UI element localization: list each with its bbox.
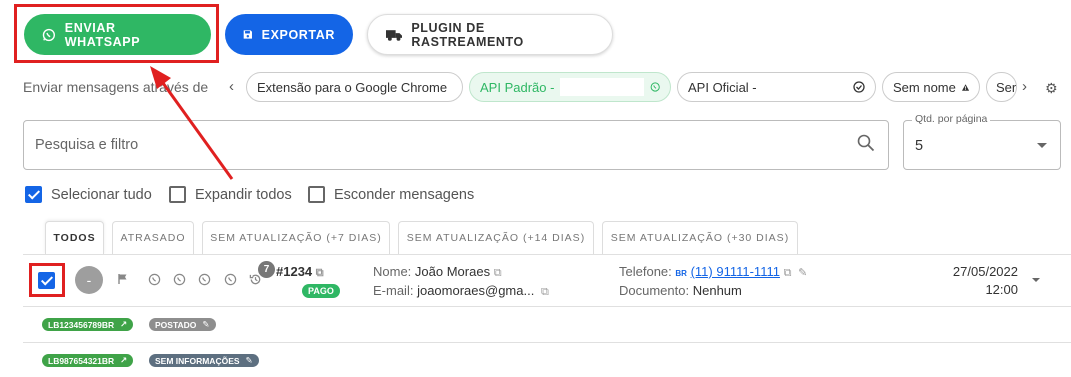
search-icon[interactable] bbox=[857, 134, 875, 152]
tracking-code: LB987654321BR bbox=[48, 355, 115, 366]
copy-icon[interactable]: ⧉ bbox=[316, 267, 324, 279]
order-checkbox[interactable] bbox=[38, 272, 55, 289]
edit-icon[interactable]: ✎ bbox=[795, 267, 807, 279]
whatsapp-icon[interactable] bbox=[148, 273, 161, 286]
tracking-row: LB987654321BR ↗ SEM INFORMAÇÕES ✎ bbox=[23, 343, 1071, 377]
customer-document-field: Documento: Nenhum bbox=[619, 283, 742, 298]
tracking-code-tag[interactable]: LB123456789BR ↗ bbox=[42, 318, 134, 331]
truck-icon bbox=[386, 29, 403, 41]
tracking-code: LB123456789BR bbox=[48, 319, 115, 330]
avatar[interactable]: - bbox=[75, 266, 103, 294]
document-label: Documento: bbox=[619, 283, 690, 298]
chevron-down-icon[interactable] bbox=[1032, 278, 1040, 282]
name-label: Nome: bbox=[373, 264, 412, 279]
expand-all-checkbox[interactable]: Expandir todos bbox=[169, 186, 292, 203]
order-datetime: 27/05/2022 12:00 bbox=[953, 263, 1018, 299]
search-input[interactable] bbox=[35, 137, 835, 153]
send-via-label: Enviar mensagens através de bbox=[23, 79, 209, 95]
chip-label: Ser bbox=[996, 79, 1017, 95]
tab-no-update-14[interactable]: SEM ATUALIZAÇÃO (+14 DIAS) bbox=[398, 221, 594, 254]
save-icon bbox=[243, 30, 252, 39]
tracking-status-tag[interactable]: SEM INFORMAÇÕES ✎ bbox=[149, 354, 259, 367]
flag-icon[interactable] bbox=[117, 273, 129, 285]
tracking-row: LB123456789BR ↗ POSTADO ✎ bbox=[23, 307, 1071, 343]
message-count-badge: 7 bbox=[258, 261, 275, 278]
tracking-plugin-button[interactable]: PLUGIN DE RASTREAMENTO bbox=[367, 14, 613, 55]
tab-no-update-30[interactable]: SEM ATUALIZAÇÃO (+30 DIAS) bbox=[602, 221, 798, 254]
order-date: 27/05/2022 bbox=[952, 264, 1018, 279]
customer-name: João Moraes bbox=[414, 264, 491, 279]
chip-label: API Padrão - bbox=[480, 79, 555, 95]
chip-label: API Oficial - bbox=[688, 79, 757, 95]
select-all-label: Selecionar tudo bbox=[51, 186, 152, 203]
customer-document: Nenhum bbox=[692, 283, 742, 298]
email-label: E-mail: bbox=[373, 283, 414, 298]
customer-name-field: Nome: João Moraes ⧉ bbox=[373, 264, 502, 280]
checkbox-checked-icon[interactable] bbox=[25, 186, 42, 203]
copy-icon[interactable]: ⧉ bbox=[494, 267, 502, 279]
search-field[interactable] bbox=[23, 120, 889, 170]
tab-all[interactable]: TODOS bbox=[45, 221, 104, 254]
copy-icon[interactable]: ⧉ bbox=[538, 286, 549, 298]
phone-label: Telefone: bbox=[619, 264, 672, 279]
customer-phone-field: Telefone: BR (11) 91111-1111 ⧉ ✎ bbox=[619, 264, 807, 280]
checkbox-icon[interactable] bbox=[308, 186, 325, 203]
external-link-icon: ↗ bbox=[120, 319, 128, 329]
chip-api-default[interactable]: API Padrão - bbox=[469, 72, 671, 102]
customer-email: joaomoraes@gma... bbox=[417, 283, 535, 298]
dropdown-arrow-icon bbox=[1037, 143, 1047, 148]
status-badge: PAGO bbox=[302, 284, 340, 298]
chip-chrome-extension[interactable]: Extensão para o Google Chrome bbox=[246, 72, 463, 102]
chevron-right-icon[interactable]: › bbox=[1022, 78, 1027, 95]
expand-all-label: Expandir todos bbox=[195, 186, 292, 203]
tracking-status: POSTADO bbox=[155, 319, 197, 330]
export-label: EXPORTAR bbox=[261, 27, 335, 42]
gear-icon[interactable]: ⚙ bbox=[1045, 80, 1058, 97]
hide-messages-label: Esconder mensagens bbox=[334, 186, 475, 203]
whatsapp-icon[interactable] bbox=[224, 273, 237, 286]
warning-icon bbox=[961, 83, 969, 91]
redacted-value bbox=[560, 78, 644, 96]
whatsapp-icon[interactable] bbox=[198, 273, 211, 286]
country-code: BR bbox=[675, 269, 687, 278]
chevron-left-icon[interactable]: ‹ bbox=[229, 78, 234, 95]
per-page-value: 5 bbox=[915, 138, 924, 154]
tab-late[interactable]: ATRASADO bbox=[112, 221, 194, 254]
export-button[interactable]: EXPORTAR bbox=[225, 14, 353, 55]
tab-no-update-7[interactable]: SEM ATUALIZAÇÃO (+7 DIAS) bbox=[202, 221, 390, 254]
chip-label: Sem nome bbox=[893, 79, 956, 95]
whatsapp-icon bbox=[650, 82, 660, 92]
external-link-icon: ↗ bbox=[120, 355, 128, 365]
tracking-plugin-label: PLUGIN DE RASTREAMENTO bbox=[411, 20, 524, 49]
copy-icon[interactable]: ⧉ bbox=[784, 267, 792, 279]
chip-label: Extensão para o Google Chrome bbox=[257, 79, 448, 95]
whatsapp-icon[interactable] bbox=[173, 273, 186, 286]
pencil-icon: ✎ bbox=[245, 355, 253, 365]
customer-email-field: E-mail: joaomoraes@gma... ⧉ bbox=[373, 283, 549, 299]
check-circle-icon bbox=[853, 81, 865, 93]
chip-partial[interactable]: Ser bbox=[986, 72, 1017, 102]
per-page-legend: Qtd. por página bbox=[912, 113, 991, 125]
pencil-icon: ✎ bbox=[202, 319, 210, 329]
annotation-highlight-box bbox=[14, 4, 219, 63]
select-all-checkbox[interactable]: Selecionar tudo bbox=[25, 186, 152, 203]
tracking-status-tag[interactable]: POSTADO ✎ bbox=[149, 318, 216, 331]
hide-messages-checkbox[interactable]: Esconder mensagens bbox=[308, 186, 474, 203]
checkbox-icon[interactable] bbox=[169, 186, 186, 203]
order-time: 12:00 bbox=[985, 282, 1018, 297]
per-page-select[interactable]: Qtd. por página 5 bbox=[903, 113, 1061, 170]
tracking-status: SEM INFORMAÇÕES bbox=[155, 355, 240, 366]
order-number[interactable]: #1234 ⧉ bbox=[276, 264, 324, 280]
tracking-code-tag[interactable]: LB987654321BR ↗ bbox=[42, 354, 134, 367]
order-number-text: #1234 bbox=[276, 264, 313, 279]
phone-link[interactable]: (11) 91111-1111 bbox=[691, 264, 780, 279]
chip-no-name[interactable]: Sem nome bbox=[882, 72, 980, 102]
chip-api-official[interactable]: API Oficial - bbox=[677, 72, 876, 102]
